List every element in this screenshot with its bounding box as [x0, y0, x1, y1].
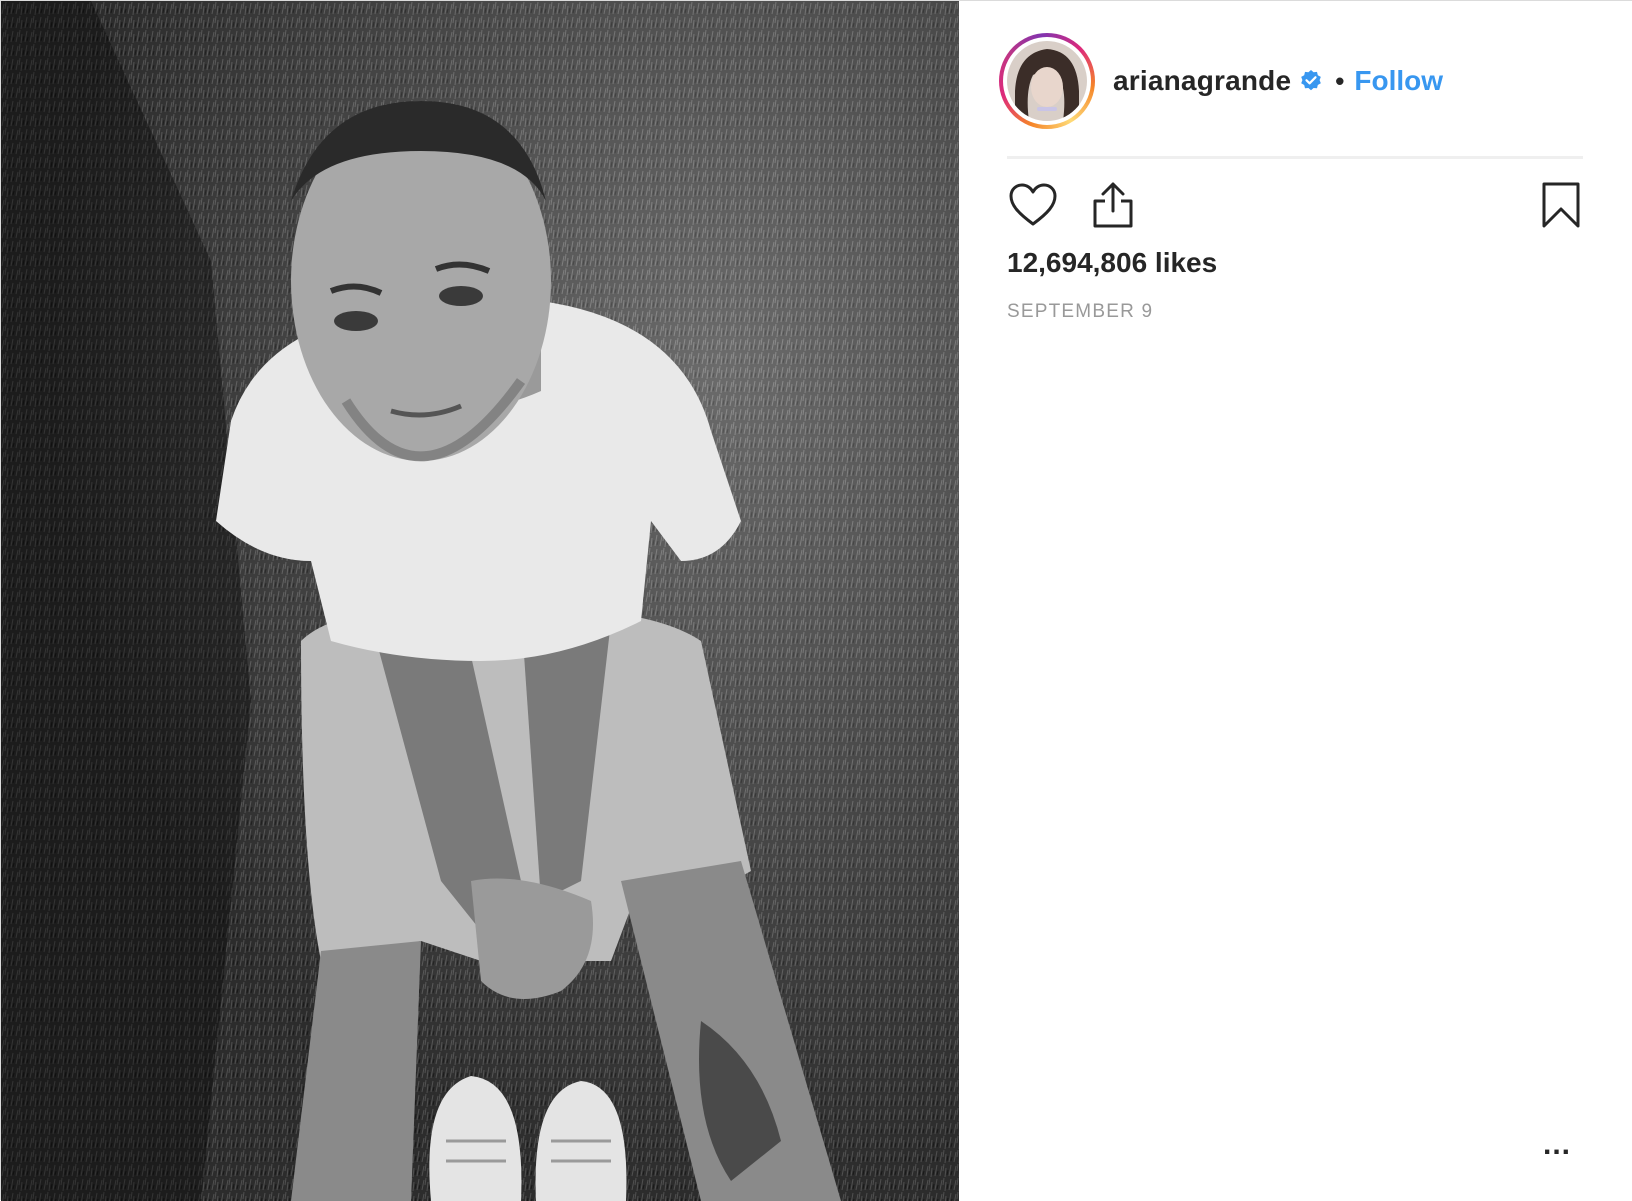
like-button[interactable] — [1005, 177, 1061, 233]
post-header: arianagrande • Follow — [999, 33, 1599, 129]
likes-count[interactable]: 12,694,806 likes — [1007, 247, 1217, 279]
avatar-gap — [1003, 37, 1091, 125]
post-date[interactable]: SEPTEMBER 9 — [1007, 301, 1153, 323]
header-separator: • — [1335, 65, 1345, 96]
heart-icon — [1009, 183, 1057, 226]
post-details-panel: arianagrande • Follow 12,694,806 likes S… — [959, 1, 1632, 1201]
photo-image — [1, 1, 959, 1201]
avatar-image — [1007, 41, 1087, 121]
bookmark-icon — [1542, 182, 1580, 228]
follow-button[interactable]: Follow — [1354, 65, 1443, 97]
more-options-button[interactable]: ... — [1537, 1130, 1577, 1160]
post-photo[interactable] — [1, 1, 959, 1201]
story-ring[interactable] — [999, 33, 1095, 129]
save-button[interactable] — [1533, 177, 1589, 233]
verified-badge-icon — [1299, 69, 1323, 93]
action-bar — [1005, 177, 1589, 233]
author-username[interactable]: arianagrande — [1113, 65, 1291, 97]
header-divider — [1007, 156, 1583, 159]
share-icon — [1093, 182, 1133, 228]
avatar[interactable] — [1007, 41, 1087, 121]
share-button[interactable] — [1085, 177, 1141, 233]
post-card: arianagrande • Follow 12,694,806 likes S… — [0, 0, 1632, 1201]
